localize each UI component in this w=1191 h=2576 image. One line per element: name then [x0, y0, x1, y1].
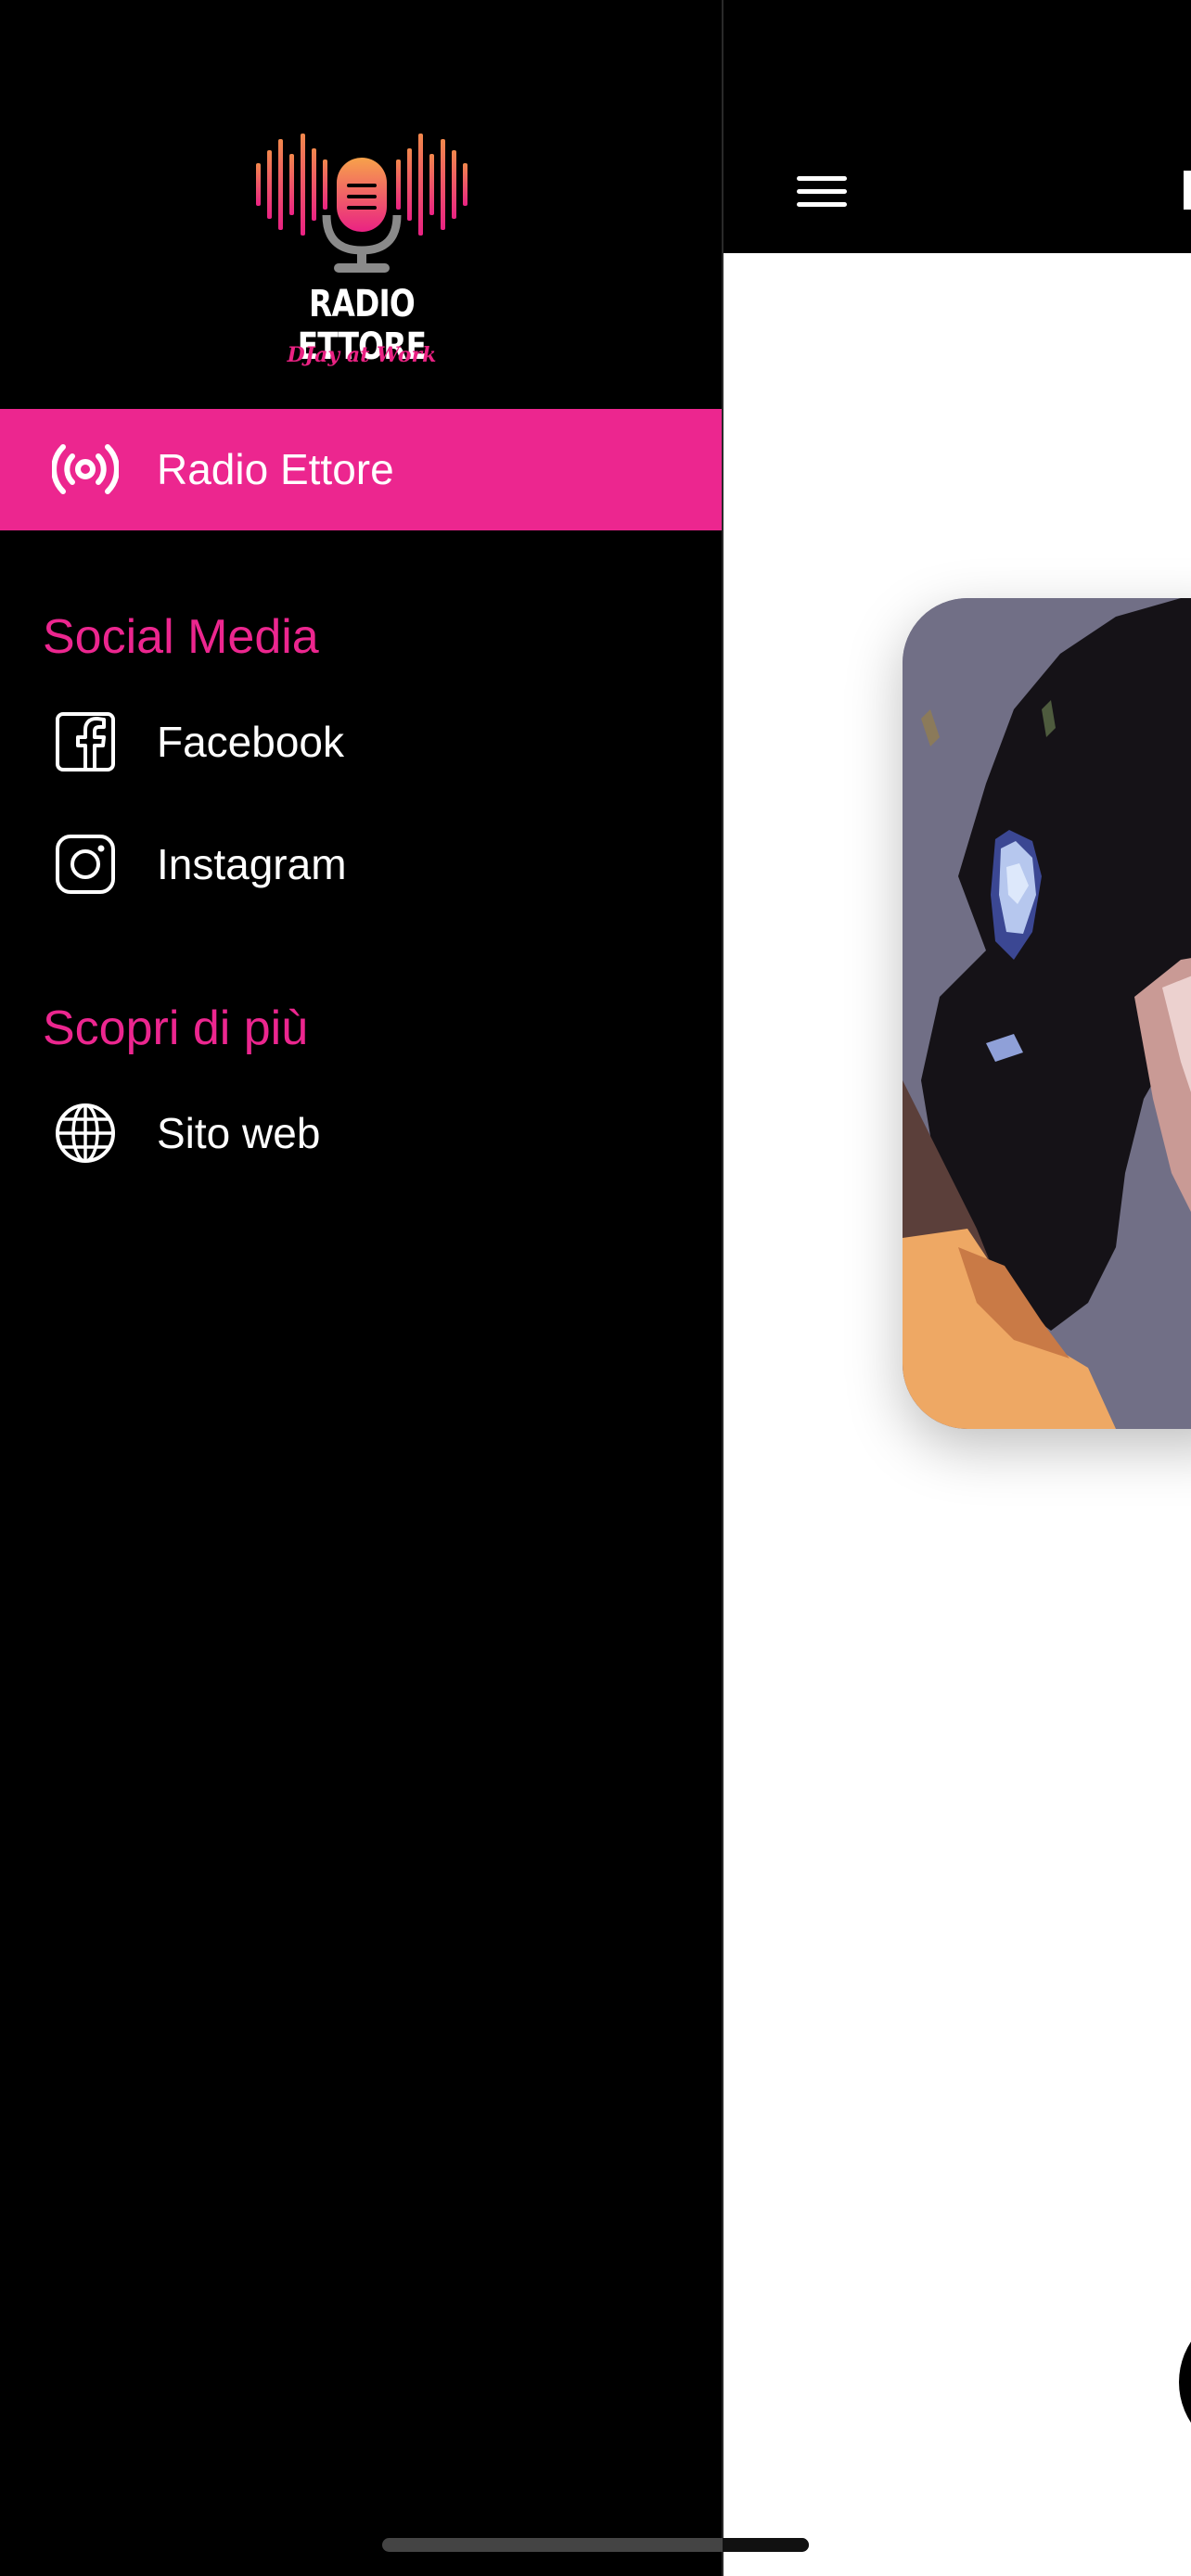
home-indicator-segment — [723, 2538, 809, 2552]
menu-item-facebook[interactable]: Facebook — [0, 686, 722, 797]
broadcast-icon — [52, 444, 119, 494]
menu-item-label: Radio Ettore — [157, 445, 394, 493]
section-title-social-media: Social Media — [43, 610, 319, 664]
top-bar-title-edge — [1184, 171, 1191, 210]
facebook-icon — [56, 712, 115, 772]
menu-item-label: Facebook — [157, 718, 345, 766]
instagram-icon — [56, 835, 115, 894]
radio-ettore-logo: RADIO ETTORE DJay at Work — [250, 130, 473, 380]
hamburger-menu-icon[interactable] — [788, 158, 854, 224]
play-button[interactable] — [1179, 2308, 1191, 2456]
microphone-logo-icon — [256, 134, 467, 273]
app-screen: RADIO ETTORE DJay at Work Radio Ettore S… — [0, 0, 1191, 2576]
globe-icon — [56, 1103, 115, 1163]
menu-item-radio-ettore[interactable]: Radio Ettore — [0, 409, 722, 530]
cover-art-image — [903, 598, 1191, 1429]
main-content — [723, 0, 1191, 2576]
menu-item-label: Sito web — [157, 1109, 321, 1157]
section-title-discover-more: Scopri di più — [43, 1001, 309, 1055]
top-bar — [723, 0, 1191, 253]
menu-item-label: Instagram — [157, 840, 347, 888]
logo-tagline: DJay at Work — [287, 343, 437, 367]
content-area — [723, 253, 1191, 2576]
menu-item-website[interactable]: Sito web — [0, 1078, 722, 1189]
cover-art-illustration — [903, 598, 1191, 1429]
navigation-drawer: RADIO ETTORE DJay at Work Radio Ettore S… — [0, 0, 724, 2576]
menu-item-instagram[interactable]: Instagram — [0, 809, 722, 920]
